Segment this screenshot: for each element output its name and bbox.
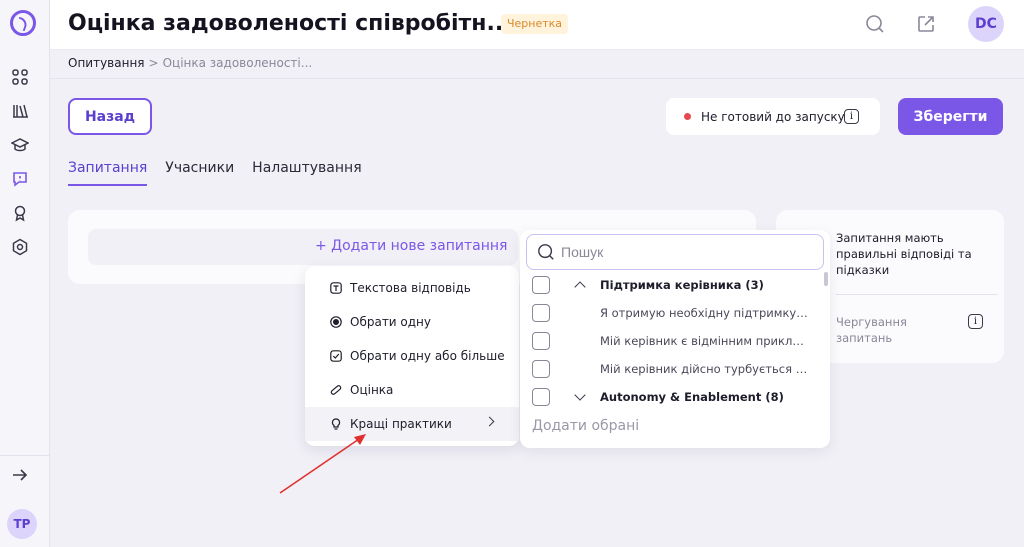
learning-icon[interactable] (11, 136, 29, 154)
arrow-right-icon[interactable] (11, 466, 29, 484)
account-avatar[interactable]: DC (968, 6, 1004, 42)
row-checkbox[interactable] (532, 360, 550, 378)
radio-icon (330, 316, 342, 328)
header: Оцінка задоволеності співробітн... Черне… (50, 0, 1024, 50)
menu-item-label: Текстова відповідь (350, 281, 471, 295)
group-label: Autonomy & Enablement (8) (600, 390, 784, 404)
surveys-icon[interactable] (11, 170, 29, 188)
text-answer-icon (330, 282, 342, 294)
breadcrumb-separator: > (148, 56, 159, 70)
list-item[interactable]: Мій керівник є відмінним приклад... (520, 327, 820, 355)
sidebar: TP (0, 0, 50, 547)
menu-item-multiple-choice[interactable]: Обрати одну або більше (305, 339, 519, 373)
app-logo[interactable] (10, 10, 36, 36)
list-item-group[interactable]: Підтримка керівника (3) (520, 271, 820, 299)
menu-item-text-answer[interactable]: Текстова відповідь (305, 271, 519, 305)
search-icon (538, 244, 554, 260)
breadcrumb-current: Оцінка задоволеності... (162, 56, 313, 70)
menu-item-label: Обрати одну (350, 315, 432, 329)
checkbox-icon (330, 350, 342, 362)
row-checkbox[interactable] (532, 332, 550, 350)
row-checkbox[interactable] (532, 388, 550, 406)
chevron-right-icon (484, 416, 495, 427)
page-title: Оцінка задоволеності співробітн... (68, 11, 512, 36)
group-label: Підтримка керівника (3) (600, 278, 764, 292)
info-icon[interactable]: i (968, 314, 983, 329)
achievements-icon[interactable] (11, 204, 29, 222)
save-button[interactable]: Зберегти (898, 98, 1003, 135)
chevron-down-icon[interactable] (574, 389, 586, 401)
tab-settings[interactable]: Налаштування (252, 160, 361, 186)
breadcrumb-root[interactable]: Опитування (68, 56, 145, 70)
breadcrumb: Опитування > Оцінка задоволеності... (68, 56, 312, 70)
search-input[interactable] (561, 244, 781, 260)
settings-divider (836, 294, 998, 295)
library-icon[interactable] (11, 102, 29, 120)
status-dot (684, 113, 691, 120)
rating-icon (330, 384, 342, 396)
readiness-status: Не готовий до запуску i (666, 98, 880, 135)
back-button[interactable]: Назад (68, 98, 152, 135)
sidebar-divider (0, 455, 50, 456)
list-item-group[interactable]: Autonomy & Enablement (8) (520, 383, 820, 411)
tab-questions[interactable]: Запитання (68, 160, 148, 186)
menu-item-rating[interactable]: Оцінка (305, 373, 519, 407)
row-checkbox[interactable] (532, 304, 550, 322)
menu-item-label: Обрати одну або більше (350, 349, 505, 363)
question-type-menu: Текстова відповідь Обрати одну Обрати од… (305, 266, 519, 446)
menu-item-single-choice[interactable]: Обрати одну (305, 305, 519, 339)
tab-participants[interactable]: Учасники (165, 160, 234, 186)
info-icon[interactable]: i (844, 109, 859, 124)
item-label: Я отримую необхідну підтримку в... (600, 306, 808, 320)
scrollbar[interactable] (824, 272, 828, 286)
dashboard-icon[interactable] (11, 68, 29, 86)
breadcrumb-divider (50, 78, 1024, 79)
user-avatar[interactable]: TP (7, 509, 37, 539)
item-label: Мій керівник є відмінним приклад... (600, 334, 808, 348)
chevron-up-icon[interactable] (574, 281, 586, 293)
menu-item-label: Оцінка (350, 383, 394, 397)
correct-answers-text: Запитання мають правильні відповіді та п… (836, 231, 972, 277)
rotation-text: Чергування запитань (836, 315, 907, 345)
search-box (526, 234, 824, 270)
item-label: Мій керівник дійсно турбується п... (600, 362, 808, 376)
add-question-button[interactable]: + Додати нове запитання (315, 238, 507, 254)
row-checkbox[interactable] (532, 276, 550, 294)
settings-icon[interactable] (11, 238, 29, 256)
status-badge: Чернетка (501, 14, 569, 34)
add-selected-button[interactable]: Додати обрані (532, 418, 639, 434)
readiness-status-label: Не готовий до запуску (701, 109, 845, 124)
annotation-arrow-icon (279, 434, 366, 494)
list-item[interactable]: Я отримую необхідну підтримку в... (520, 299, 820, 327)
list-item[interactable]: Мій керівник дійсно турбується п... (520, 355, 820, 383)
search-icon[interactable] (864, 13, 886, 35)
external-link-icon[interactable] (915, 13, 937, 35)
best-practices-panel: Підтримка керівника (3) Я отримую необхі… (520, 230, 830, 448)
tabs: Запитання Учасники Налаштування (68, 160, 362, 186)
